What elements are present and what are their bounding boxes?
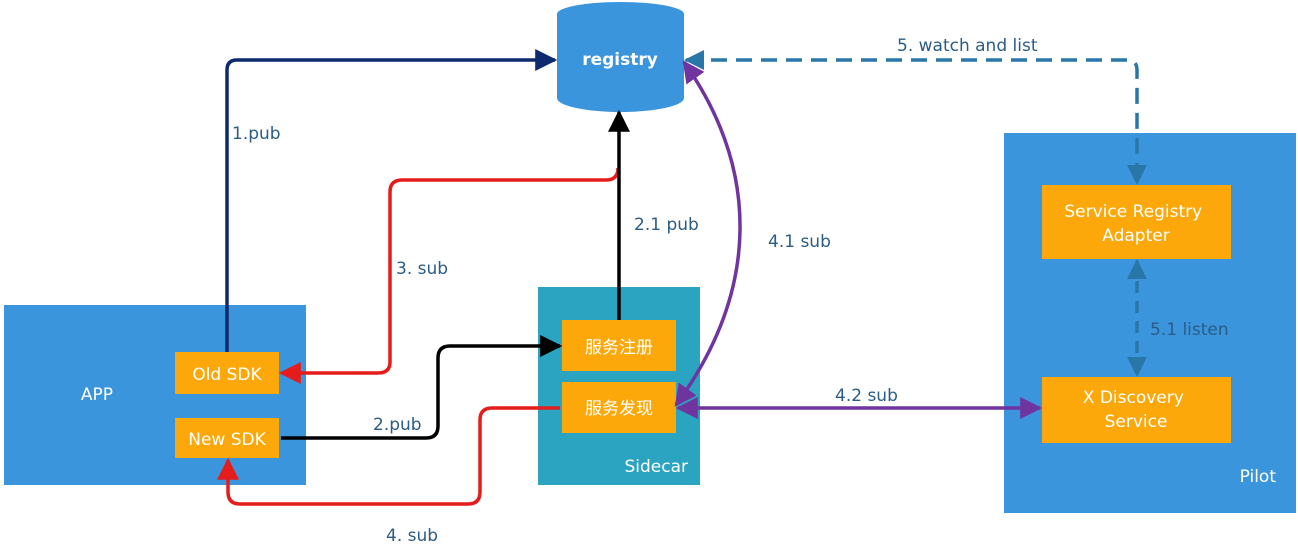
edge-label-2-pub: 2.pub <box>373 415 422 435</box>
old-sdk-label: Old SDK <box>192 365 262 385</box>
edge-label-1-pub: 1.pub <box>232 124 281 144</box>
service-discovery-label: 服务发现 <box>585 399 653 419</box>
registry-database: registry <box>557 2 684 112</box>
edge-label-4-2-sub: 4.2 sub <box>835 386 898 406</box>
edge-label-4-sub: 4. sub <box>386 526 438 546</box>
edge-label-4-1-sub: 4.1 sub <box>768 232 831 252</box>
x-discovery-service-box <box>1042 377 1231 443</box>
registry-label: registry <box>582 50 658 70</box>
x-discovery-service-line-2: Service <box>1105 412 1168 432</box>
sidecar-label: Sidecar <box>624 457 688 477</box>
new-sdk-label: New SDK <box>188 430 266 450</box>
edge-label-3-sub: 3. sub <box>396 259 448 279</box>
service-registry-adapter-line-1: Service Registry <box>1064 202 1202 222</box>
pilot-label: Pilot <box>1240 467 1277 487</box>
x-discovery-service-line-1: X Discovery <box>1083 388 1184 408</box>
app-label: APP <box>81 385 113 405</box>
edge-label-2-1-pub: 2.1 pub <box>634 215 699 235</box>
edge-label-5-watch-and-list: 5. watch and list <box>897 36 1038 56</box>
service-registry-adapter-box <box>1042 185 1231 259</box>
service-registry-adapter-line-2: Adapter <box>1102 226 1169 246</box>
edge-label-5-1-listen: 5.1 listen <box>1150 320 1229 340</box>
service-register-label: 服务注册 <box>585 338 653 358</box>
architecture-diagram: APP Sidecar Pilot registry Old SDK New S… <box>4 2 1296 546</box>
